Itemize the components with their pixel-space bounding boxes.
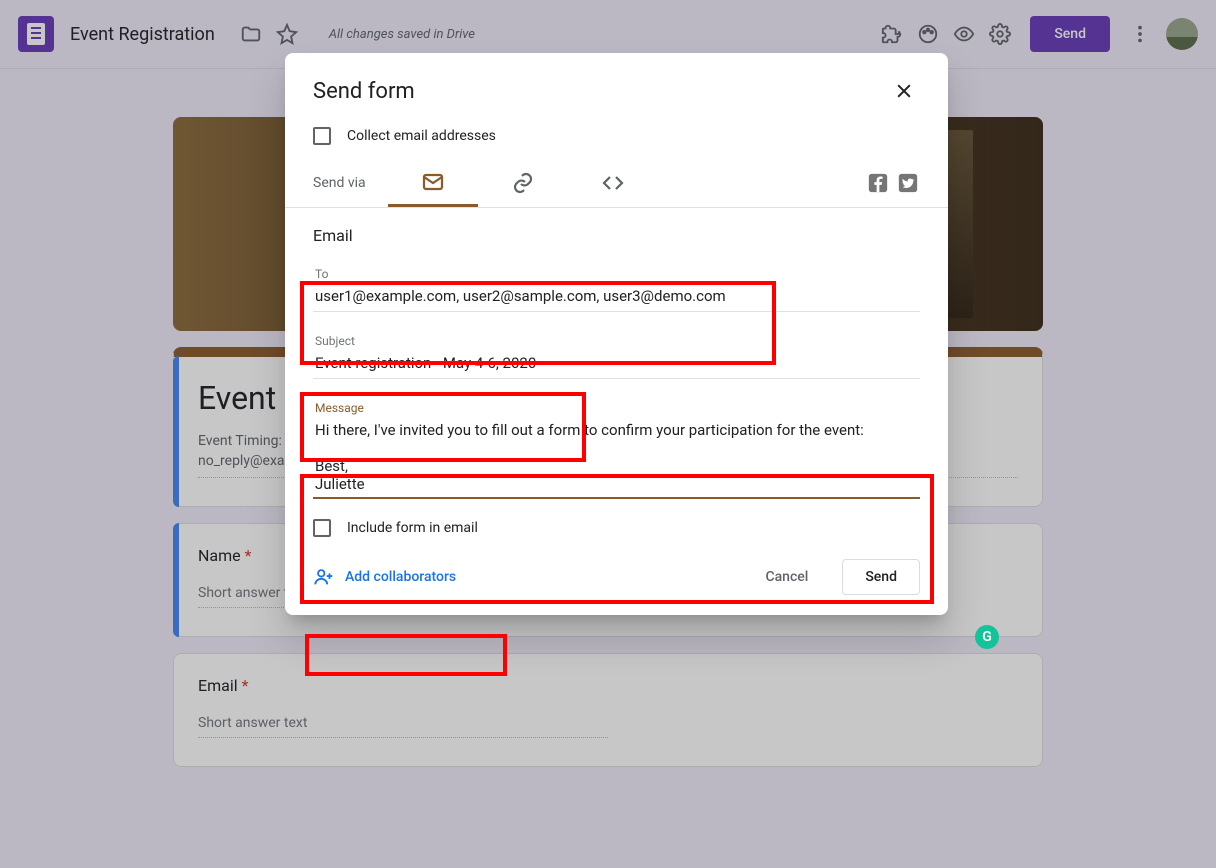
message-label: Message [315, 401, 918, 415]
subject-field[interactable]: Subject Event registration - May 4-6, 20… [313, 324, 920, 379]
dialog-send-button[interactable]: Send [842, 559, 920, 595]
send-via-tabs: Send via [285, 159, 948, 208]
message-field[interactable]: Message Hi there, I've invited you to fi… [313, 391, 920, 499]
include-form-checkbox[interactable] [313, 519, 331, 537]
facebook-icon[interactable] [866, 171, 890, 195]
message-textarea[interactable]: Hi there, I've invited you to fill out a… [315, 421, 918, 493]
tab-link[interactable] [478, 159, 568, 207]
collect-email-checkbox[interactable] [313, 127, 331, 145]
to-label: To [315, 267, 918, 281]
cancel-button[interactable]: Cancel [749, 561, 824, 593]
to-field[interactable]: To user1@example.com, user2@sample.com, … [313, 257, 920, 312]
send-form-dialog: Send form Collect email addresses Send v… [285, 53, 948, 615]
subject-label: Subject [315, 334, 918, 348]
send-via-label: Send via [313, 175, 366, 191]
include-form-label: Include form in email [347, 520, 478, 536]
email-section-title: Email [285, 208, 948, 245]
include-form-row[interactable]: Include form in email [313, 519, 920, 537]
collect-email-row[interactable]: Collect email addresses [285, 117, 948, 159]
collect-email-label: Collect email addresses [347, 128, 496, 144]
twitter-icon[interactable] [896, 171, 920, 195]
tab-email[interactable] [388, 159, 478, 207]
close-icon[interactable] [888, 75, 920, 107]
tab-embed[interactable] [568, 159, 658, 207]
add-collaborators-button[interactable]: Add collaborators [313, 566, 456, 588]
dialog-title: Send form [313, 79, 888, 104]
to-input[interactable]: user1@example.com, user2@sample.com, use… [315, 287, 918, 307]
grammarly-badge-icon[interactable]: G [975, 625, 999, 649]
subject-input[interactable]: Event registration - May 4-6, 2020 [315, 354, 918, 374]
